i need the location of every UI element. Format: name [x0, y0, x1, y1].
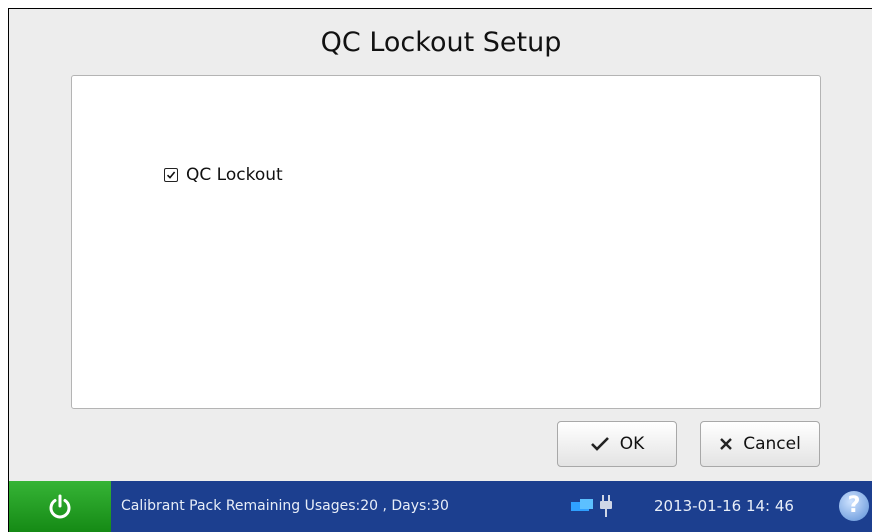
qc-lockout-option[interactable]: QC Lockout [164, 165, 283, 185]
datetime: 2013-01-16 14: 46 [654, 497, 794, 515]
power-icon [49, 494, 71, 518]
qc-lockout-checkbox[interactable] [164, 168, 178, 182]
page-title: QC Lockout Setup [320, 27, 562, 58]
taskbar: Calibrant Pack Remaining Usages:20 , Day… [9, 481, 872, 532]
x-icon [720, 438, 733, 450]
calibrant-status: Calibrant Pack Remaining Usages:20 , Day… [121, 498, 449, 514]
qc-lockout-label: QC Lockout [186, 165, 283, 185]
checkmark-icon [166, 171, 176, 179]
ok-label: OK [619, 434, 645, 454]
help-icon[interactable]: ? [839, 491, 869, 521]
checkmark-icon [590, 437, 609, 451]
settings-panel: QC Lockout [71, 75, 821, 409]
main-screen: QC Lockout Setup QC Lockout OK Cancel Ca… [8, 8, 872, 532]
plug-icon [600, 495, 612, 517]
cancel-button[interactable]: Cancel [700, 421, 820, 467]
network-icon [571, 499, 593, 511]
cancel-label: Cancel [743, 434, 801, 454]
power-button[interactable] [9, 481, 111, 532]
ok-button[interactable]: OK [557, 421, 677, 467]
